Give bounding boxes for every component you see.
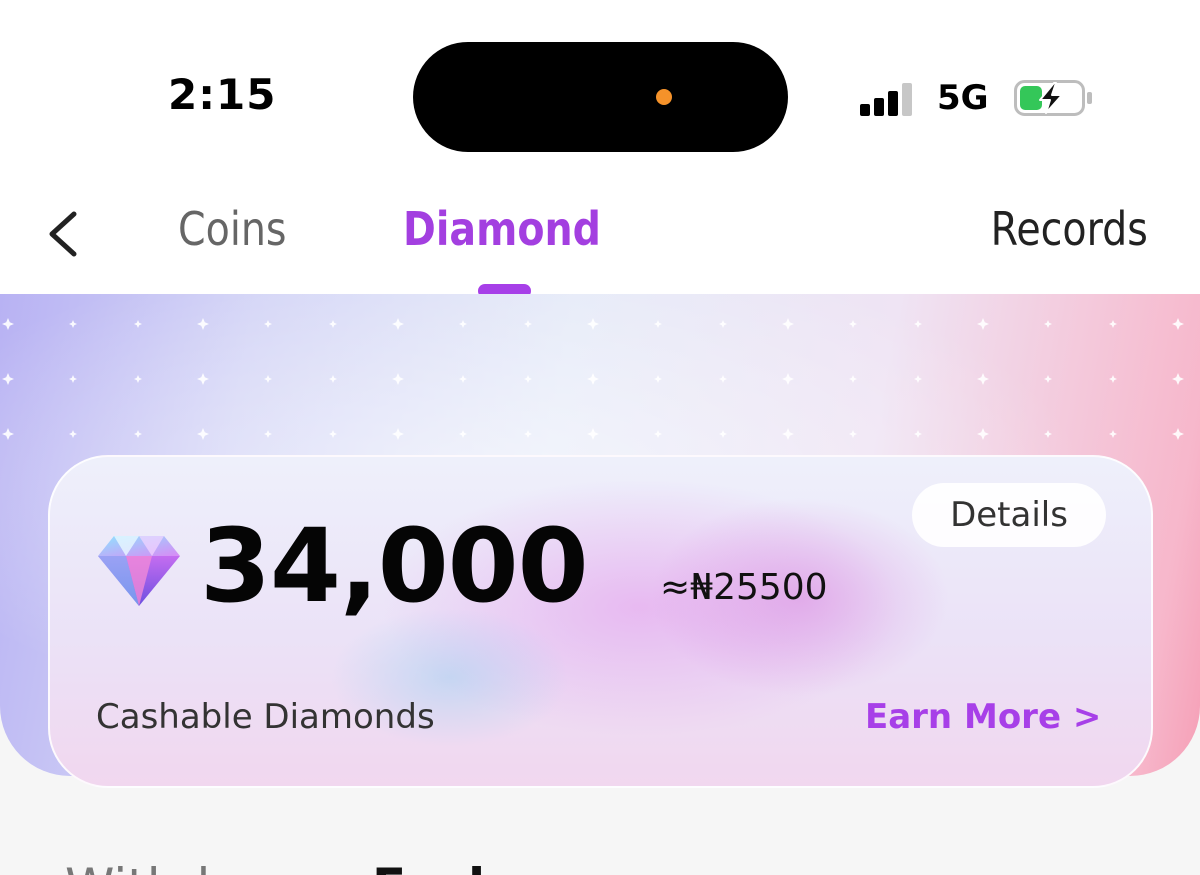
sparkle-icon [197,428,209,440]
records-link[interactable]: Records [991,202,1148,256]
diamond-gem-icon [98,536,180,606]
sparkle-icon [654,320,662,328]
diamond-balance: 34,000 [200,507,589,626]
top-nav: Coins Diamond Records [0,190,1200,298]
battery-charging-icon [1014,80,1092,116]
sparkle-icon [587,428,599,440]
sparkle-icon [782,318,794,330]
sparkle-icon [524,320,532,328]
cashable-diamonds-label: Cashable Diamonds [96,697,435,737]
sparkle-icon [524,430,532,438]
sparkle-icon [1109,375,1117,383]
privacy-indicator-dot [656,89,672,105]
sparkle-icon [977,373,989,385]
details-button[interactable]: Details [912,483,1106,547]
sparkle-icon [134,375,142,383]
status-bar: 2:15 5G [0,0,1200,190]
balance-card: Details 34,000 ≈₦25500 Cashable Diamonds… [48,455,1153,788]
sparkle-icon [719,430,727,438]
sparkle-icon [587,373,599,385]
sparkle-icon [1044,375,1052,383]
sparkle-icon [1172,428,1184,440]
sparkle-icon [69,430,77,438]
sparkle-icon [134,320,142,328]
sparkle-icon [849,375,857,383]
tab-diamond[interactable]: Diamond [403,202,601,256]
sparkle-icon [719,375,727,383]
sparkle-icon [459,320,467,328]
sparkle-icon [69,320,77,328]
sparkle-icon [654,430,662,438]
sparkle-icon [1109,430,1117,438]
sparkle-icon [2,373,14,385]
sparkle-icon [197,373,209,385]
earn-more-button[interactable]: Earn More > [865,697,1101,737]
sparkle-icon [264,375,272,383]
bottom-tabs: Withdraw Exch [0,790,1200,875]
sparkle-pattern [2,318,1184,440]
sparkle-icon [849,430,857,438]
sparkle-icon [2,428,14,440]
sparkle-icon [977,428,989,440]
sparkle-icon [1109,320,1117,328]
sparkle-icon [69,375,77,383]
sparkle-icon [914,375,922,383]
tab-withdraw[interactable]: Withdraw [65,858,302,875]
sparkle-icon [392,318,404,330]
sparkle-icon [977,318,989,330]
sparkle-icon [719,320,727,328]
sparkle-icon [1044,430,1052,438]
sparkle-icon [459,430,467,438]
sparkle-icon [524,375,532,383]
sparkle-icon [782,428,794,440]
sparkle-icon [459,375,467,383]
sparkle-icon [264,320,272,328]
sparkle-icon [329,320,337,328]
sparkle-icon [914,430,922,438]
sparkle-icon [1044,320,1052,328]
sparkle-icon [1172,318,1184,330]
dynamic-island [413,42,788,152]
sparkle-icon [1172,373,1184,385]
sparkle-icon [782,373,794,385]
status-time: 2:15 [168,70,277,119]
sparkle-icon [914,320,922,328]
sparkle-icon [197,318,209,330]
sparkle-icon [2,318,14,330]
sparkle-icon [849,320,857,328]
sparkle-icon [134,430,142,438]
sparkle-icon [654,375,662,383]
sparkle-icon [392,373,404,385]
sparkle-icon [329,430,337,438]
network-type: 5G [937,78,989,118]
sparkle-icon [392,428,404,440]
chevron-left-icon[interactable] [40,204,90,264]
tab-coins[interactable]: Coins [178,202,287,256]
sparkle-icon [329,375,337,383]
sparkle-icon [587,318,599,330]
signal-icon [860,82,920,116]
sparkle-icon [264,430,272,438]
balance-approx-value: ≈₦25500 [660,567,828,608]
tab-exchange[interactable]: Exch [372,858,504,875]
